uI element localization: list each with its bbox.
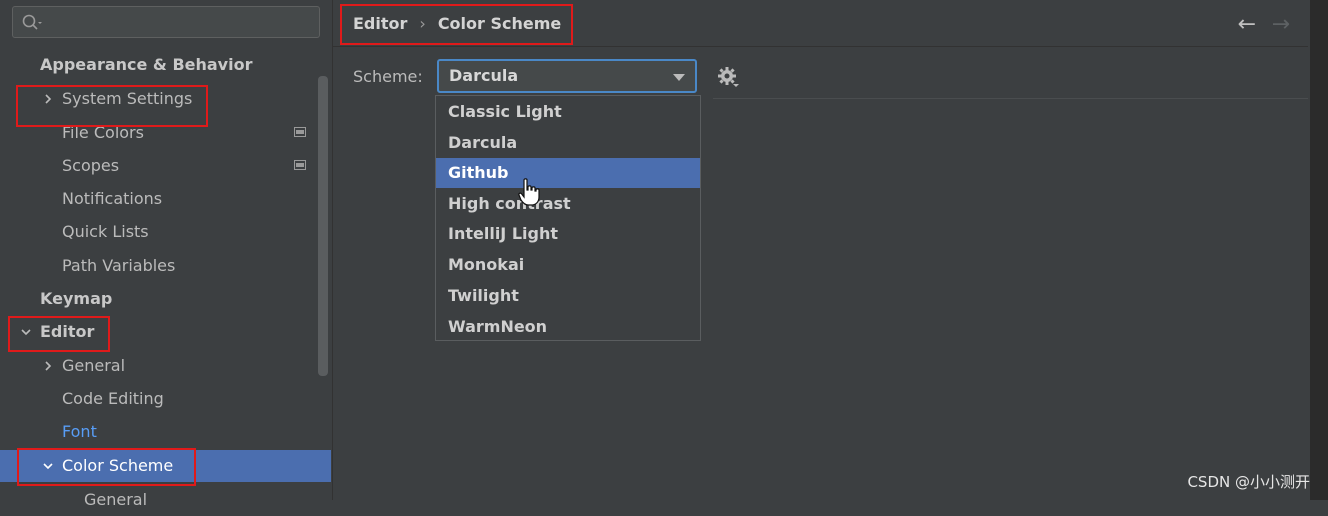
sidebar-item-keymap[interactable]: Keymap: [0, 283, 318, 315]
watermark: CSDN @小小测开: [1187, 473, 1310, 491]
annotation-box-breadcrumb: [340, 4, 573, 45]
project-level-icon: [294, 127, 306, 137]
sidebar-item-label: Appearance & Behavior: [40, 55, 253, 74]
gear-icon[interactable]: [717, 66, 739, 88]
sidebar-item-label: General: [84, 490, 148, 509]
scheme-option-monokai[interactable]: Monokai: [436, 250, 700, 280]
annotation-box-editor: [8, 316, 110, 352]
annotation-box-color-scheme: [17, 448, 196, 486]
sidebar-item-general[interactable]: General: [0, 350, 318, 382]
sidebar-item-label: Notifications: [62, 189, 163, 208]
scheme-option-darcula[interactable]: Darcula: [436, 128, 700, 158]
settings-search-field[interactable]: [12, 6, 320, 38]
sidebar-item-appearance-behavior[interactable]: Appearance & Behavior: [0, 49, 318, 81]
sidebar-item-code-editing[interactable]: Code Editing: [0, 383, 318, 415]
chevron-down-icon: [673, 74, 685, 81]
scheme-option-classic-light[interactable]: Classic Light: [436, 97, 700, 127]
sidebar-item-label: Code Editing: [62, 389, 164, 408]
annotation-box-system-settings: [16, 85, 208, 127]
sidebar-item-font[interactable]: Font: [0, 416, 318, 448]
settings-sidebar: Appearance & Behavior System Settings Fi…: [0, 0, 333, 509]
sidebar-item-label: Font: [62, 422, 97, 441]
scheme-option-high-contrast[interactable]: High contrast: [436, 189, 700, 219]
section-divider: [713, 98, 1308, 99]
scheme-dropdown[interactable]: Darcula: [437, 59, 697, 93]
arrow-left-icon[interactable]: ←: [1238, 12, 1256, 37]
window-edge: [1310, 0, 1328, 500]
sidebar-item-quick-lists[interactable]: Quick Lists: [0, 216, 318, 248]
scheme-option-warmneon[interactable]: WarmNeon: [436, 312, 700, 342]
sidebar-item-notifications[interactable]: Notifications: [0, 183, 318, 215]
sidebar-item-label: Path Variables: [62, 256, 176, 275]
scheme-label: Scheme:: [353, 67, 423, 86]
search-icon: [22, 14, 42, 30]
hand-cursor-icon: [518, 178, 540, 206]
chevron-right-icon[interactable]: [42, 360, 54, 372]
scheme-option-github[interactable]: Github: [436, 158, 700, 188]
sidebar-item-scopes[interactable]: Scopes: [0, 150, 318, 182]
sidebar-item-label: Quick Lists: [62, 222, 149, 241]
scheme-option-intellij-light[interactable]: IntelliJ Light: [436, 219, 700, 249]
header-divider: [333, 46, 1308, 47]
sidebar-item-label: General: [62, 356, 126, 375]
search-input[interactable]: [47, 11, 311, 35]
arrow-right-icon[interactable]: →: [1272, 12, 1290, 37]
scheme-options-list: Classic Light Darcula Github High contra…: [435, 95, 701, 341]
project-level-icon: [294, 160, 306, 170]
sidebar-item-color-scheme-general[interactable]: General: [0, 484, 318, 516]
scheme-selected-value: Darcula: [449, 66, 519, 85]
sidebar-item-label: Scopes: [62, 156, 120, 175]
sidebar-scrollbar[interactable]: [318, 76, 328, 376]
sidebar-item-label: Keymap: [40, 289, 113, 308]
sidebar-item-path-variables[interactable]: Path Variables: [0, 250, 318, 282]
settings-content: Editor › Color Scheme ← → Scheme: Darcula …: [333, 0, 1328, 500]
scheme-option-twilight[interactable]: Twilight: [436, 281, 700, 311]
